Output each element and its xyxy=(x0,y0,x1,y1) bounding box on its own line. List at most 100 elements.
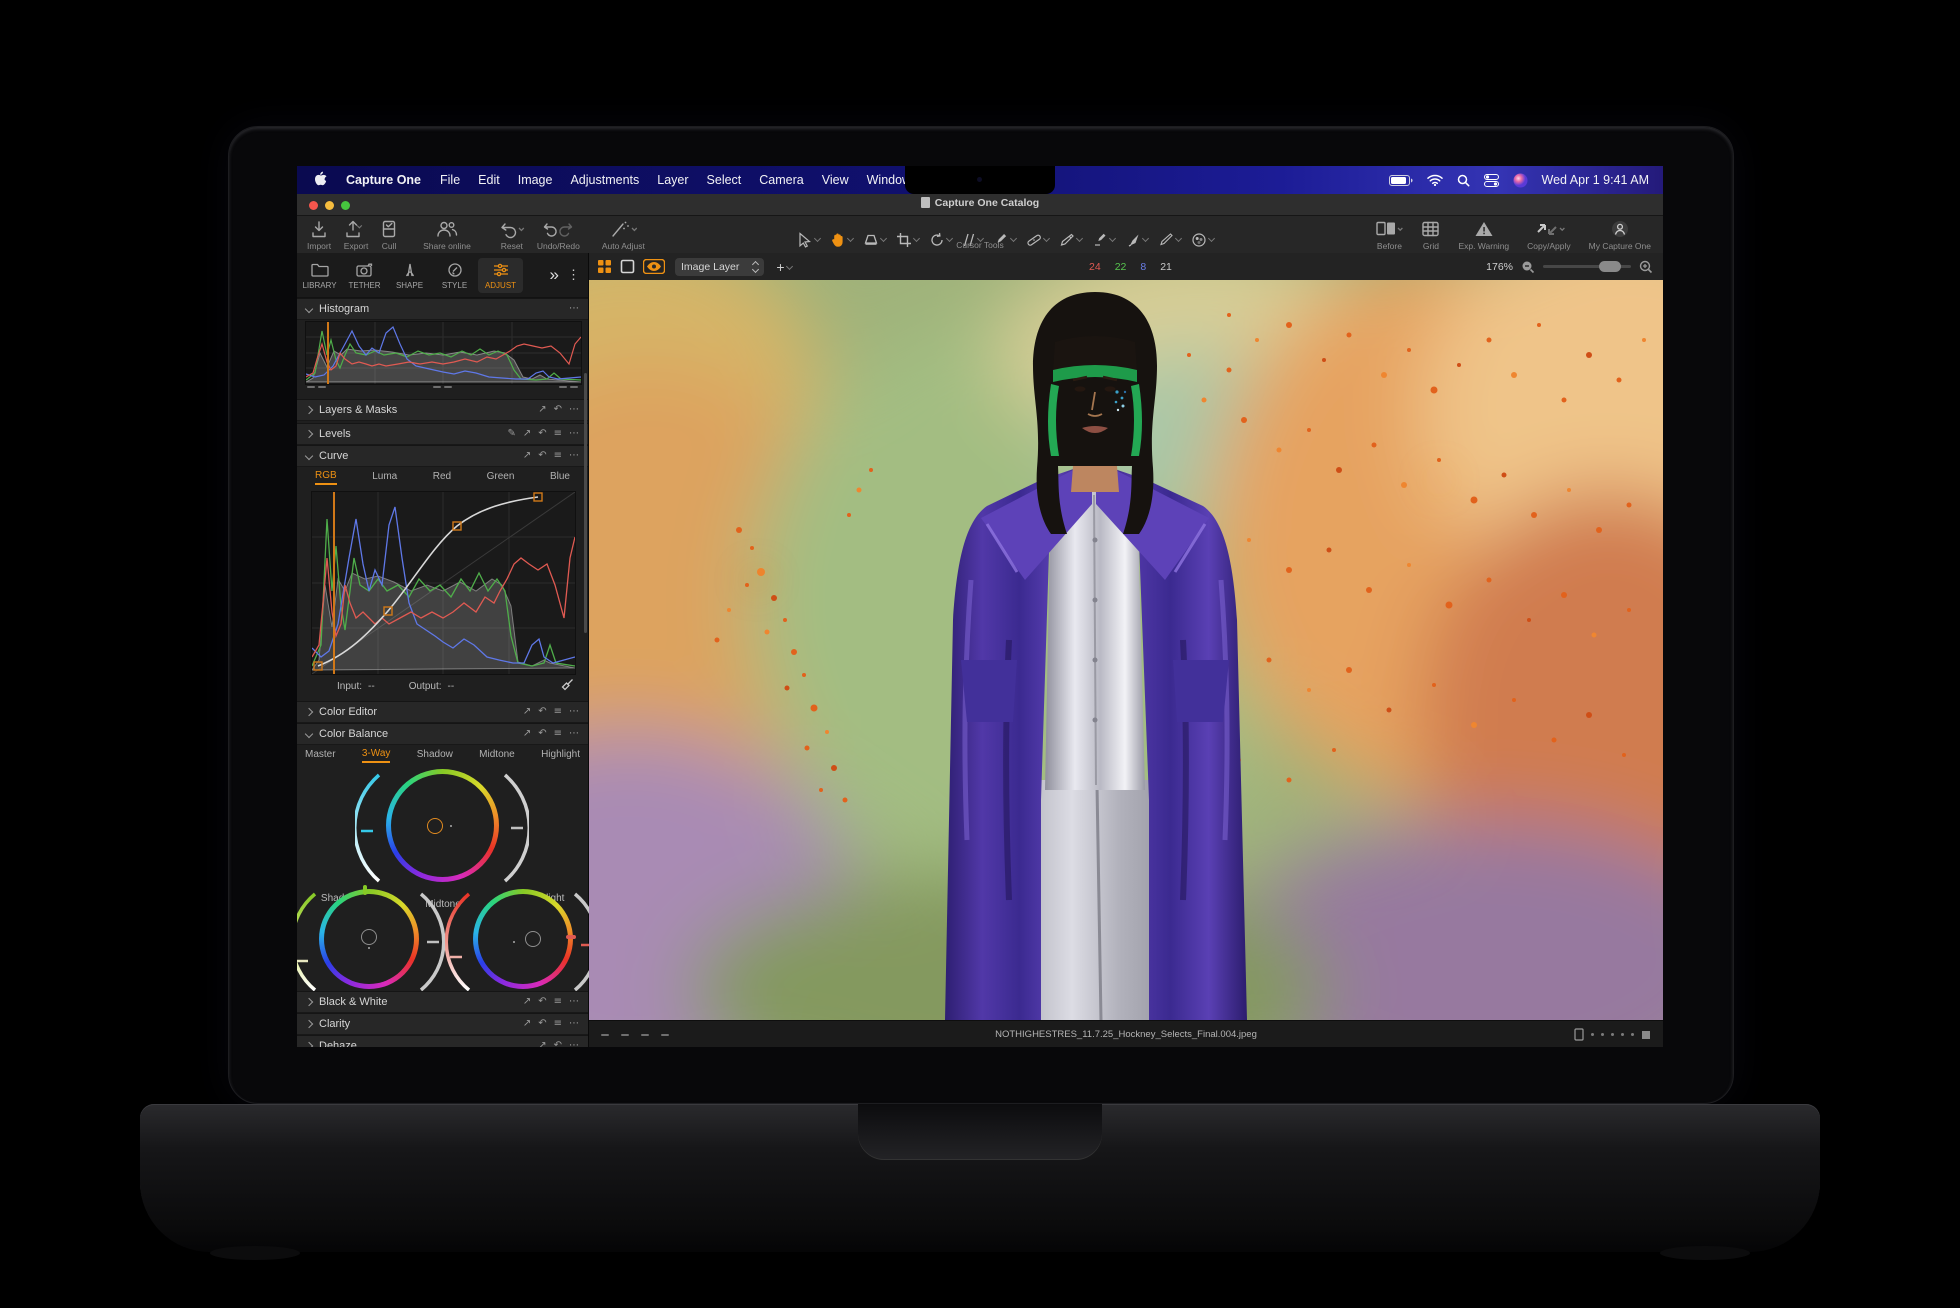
presets-icon[interactable]: ≡ xyxy=(554,424,562,444)
curve-tab-blue[interactable]: Blue xyxy=(550,471,570,484)
more-icon[interactable]: ⋯ xyxy=(569,400,579,420)
midtone-selector[interactable] xyxy=(427,818,443,834)
copy-adjustments-icon[interactable]: ↗ xyxy=(523,992,531,1012)
reset-icon[interactable]: ↶ xyxy=(538,702,546,722)
zoom-in-icon[interactable] xyxy=(1639,260,1653,274)
more-icon[interactable]: ⋯ xyxy=(569,424,579,444)
more-icon[interactable]: ⋯ xyxy=(569,702,579,722)
menu-clock[interactable]: Wed Apr 1 9:41 AM xyxy=(1542,173,1649,187)
presets-icon[interactable]: ≡ xyxy=(554,446,562,466)
panel-color-balance-header[interactable]: Color Balance ↗ ↶ ≡ ⋯ xyxy=(297,723,588,745)
highlight-selector[interactable] xyxy=(525,931,541,947)
tab-adjust[interactable]: ADJUST xyxy=(478,258,523,293)
shadow-brightness-arc[interactable] xyxy=(415,889,445,995)
auto-levels-icon[interactable]: ✎ xyxy=(507,424,515,444)
curve-picker-icon[interactable] xyxy=(561,678,588,694)
cb-tab-midtone[interactable]: Midtone xyxy=(479,749,515,762)
panel-histogram-header[interactable]: Histogram ⋯ xyxy=(297,298,588,320)
wifi-icon[interactable] xyxy=(1427,174,1443,186)
copy-adjustments-icon[interactable]: ↗ xyxy=(538,1036,546,1047)
zoom-slider[interactable] xyxy=(1543,265,1631,268)
photo-canvas[interactable] xyxy=(589,280,1663,1020)
cull-button[interactable]: Cull xyxy=(381,216,397,251)
shadow-color-wheel[interactable] xyxy=(319,889,419,989)
menu-item-app[interactable]: Capture One xyxy=(336,173,431,187)
assistant-icon[interactable] xyxy=(1513,173,1528,188)
undo-redo-button[interactable]: Undo/Redo xyxy=(537,216,580,251)
curve-graph[interactable] xyxy=(311,491,576,675)
panel-black-white-header[interactable]: Black & White ↗ ↶ ≡ ⋯ xyxy=(297,991,588,1013)
expand-tools-icon[interactable]: » xyxy=(550,265,559,285)
curve-tab-red[interactable]: Red xyxy=(433,471,451,484)
cb-tab-master[interactable]: Master xyxy=(305,749,336,762)
presets-icon[interactable]: ≡ xyxy=(554,702,562,722)
import-button[interactable]: Import xyxy=(307,216,331,251)
copy-adjustments-icon[interactable]: ↗ xyxy=(538,400,546,420)
curve-tab-green[interactable]: Green xyxy=(487,471,515,484)
menu-item-view[interactable]: View xyxy=(813,173,858,187)
midtone-color-wheel[interactable] xyxy=(386,769,499,882)
sidebar-scrollbar[interactable] xyxy=(584,373,587,633)
add-layer-button[interactable]: + xyxy=(776,259,791,275)
reset-icon[interactable]: ↶ xyxy=(538,724,546,744)
curve-tab-rgb[interactable]: RGB xyxy=(315,470,337,485)
more-icon[interactable]: ⋯ xyxy=(569,724,579,744)
cb-tab-highlight[interactable]: Highlight xyxy=(541,749,580,762)
more-icon[interactable]: ⋯ xyxy=(569,1014,579,1034)
before-button[interactable]: Before xyxy=(1375,216,1403,251)
copy-adjustments-icon[interactable]: ↗ xyxy=(523,424,531,444)
panel-dehaze-header[interactable]: Dehaze ↗ ↶ ⋯ xyxy=(297,1035,588,1047)
copy-adjustments-icon[interactable]: ↗ xyxy=(523,702,531,722)
tab-shape[interactable]: SHAPE xyxy=(387,260,432,290)
copy-adjustments-icon[interactable]: ↗ xyxy=(523,446,531,466)
reset-icon[interactable]: ↶ xyxy=(538,992,546,1012)
more-icon[interactable]: ⋯ xyxy=(569,992,579,1012)
tab-style[interactable]: STYLE xyxy=(432,260,477,290)
auto-adjust-button[interactable]: Auto Adjust xyxy=(602,216,645,251)
shadow-selector[interactable] xyxy=(361,929,377,945)
cb-tab-shadow[interactable]: Shadow xyxy=(417,749,453,762)
panel-layers-masks-header[interactable]: Layers & Masks ↗ ↶ ⋯ xyxy=(297,399,588,421)
zoom-slider-thumb[interactable] xyxy=(1599,261,1621,272)
menu-item-file[interactable]: File xyxy=(431,173,469,187)
cb-tab-3way[interactable]: 3-Way xyxy=(362,748,391,763)
more-icon[interactable]: ⋯ xyxy=(569,446,579,466)
apple-menu[interactable] xyxy=(297,171,336,190)
panel-levels-header[interactable]: Levels ✎ ↗ ↶ ≡ ⋯ xyxy=(297,423,588,445)
reset-icon[interactable]: ↶ xyxy=(538,1014,546,1034)
copy-apply-button[interactable]: Copy/Apply xyxy=(1527,216,1570,251)
reset-icon[interactable]: ↶ xyxy=(554,400,562,420)
tab-tether[interactable]: TETHER xyxy=(342,260,387,290)
zoom-level[interactable]: 176% xyxy=(1486,261,1513,273)
zoom-out-icon[interactable] xyxy=(1521,260,1535,274)
menu-item-layer[interactable]: Layer xyxy=(648,173,697,187)
single-view-icon[interactable] xyxy=(620,259,635,274)
shadow-saturation-arc[interactable] xyxy=(297,889,321,995)
copy-adjustments-icon[interactable]: ↗ xyxy=(523,724,531,744)
panel-color-editor-header[interactable]: Color Editor ↗ ↶ ≡ ⋯ xyxy=(297,701,588,723)
more-icon[interactable]: ⋯ xyxy=(569,299,579,319)
panel-curve-header[interactable]: Curve ↗ ↶ ≡ ⋯ xyxy=(297,445,588,467)
menu-item-camera[interactable]: Camera xyxy=(750,173,812,187)
export-button[interactable]: Export xyxy=(343,216,369,251)
menu-item-select[interactable]: Select xyxy=(698,173,751,187)
copy-adjustments-icon[interactable]: ↗ xyxy=(523,1014,531,1034)
midtone-saturation-arc[interactable] xyxy=(355,769,385,887)
battery-icon[interactable] xyxy=(1389,175,1413,186)
image-filename[interactable]: NOTHIGHESTRES_11.7.25_Hockney_Selects_Fi… xyxy=(589,1029,1663,1040)
tools-kebab-icon[interactable]: ⋮ xyxy=(567,267,580,283)
grid-toggle-icon[interactable] xyxy=(1641,1030,1651,1040)
highlight-saturation-arc[interactable] xyxy=(445,889,475,995)
tab-library[interactable]: LIBRARY xyxy=(297,260,342,290)
search-icon[interactable] xyxy=(1457,174,1470,187)
grid-button[interactable]: Grid xyxy=(1421,216,1440,251)
color-sampler-tool[interactable] xyxy=(1191,232,1214,248)
curve-tab-luma[interactable]: Luma xyxy=(372,471,397,484)
menu-item-adjustments[interactable]: Adjustments xyxy=(561,173,648,187)
presets-icon[interactable]: ≡ xyxy=(554,724,562,744)
share-online-button[interactable]: Share online xyxy=(423,216,471,251)
menu-item-image[interactable]: Image xyxy=(509,173,562,187)
highlight-color-wheel[interactable] xyxy=(473,889,573,989)
control-center-icon[interactable] xyxy=(1484,174,1499,187)
more-icon[interactable]: ⋯ xyxy=(569,1036,579,1047)
